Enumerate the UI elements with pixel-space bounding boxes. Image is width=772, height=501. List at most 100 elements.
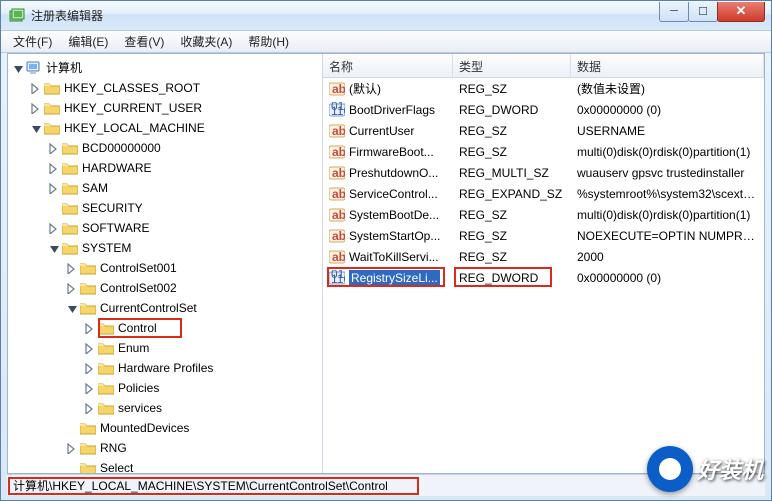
expand-icon[interactable] (30, 102, 42, 114)
tree-label: CurrentControlSet (100, 298, 197, 318)
tree-hklm[interactable]: HKEY_LOCAL_MACHINE BCD00000000 HARDWARE … (30, 118, 322, 473)
close-button[interactable]: ✕ (717, 2, 765, 22)
tree-pane[interactable]: 计算机 HKEY_CLASSES_ROOT HKEY_CURRENT_USER … (8, 54, 323, 473)
expand-icon[interactable] (48, 182, 60, 194)
tree-label: RNG (100, 438, 127, 458)
tree-label: HARDWARE (82, 158, 152, 178)
value-data: 2000 (571, 250, 764, 264)
value-type: REG_EXPAND_SZ (453, 187, 571, 201)
app-icon (9, 8, 25, 24)
tree-control[interactable]: Control (84, 318, 322, 338)
string-value-icon (329, 207, 345, 223)
tree-label: ControlSet002 (100, 278, 177, 298)
list-row[interactable]: ServiceControl...REG_EXPAND_SZ%systemroo… (323, 183, 764, 204)
tree-system[interactable]: SYSTEM ControlSet001 ControlSet002 Curre… (48, 238, 322, 473)
folder-icon (62, 201, 78, 215)
expand-icon[interactable] (84, 322, 96, 334)
menu-help[interactable]: 帮助(H) (240, 31, 297, 52)
value-type: REG_DWORD (453, 103, 571, 117)
menu-file[interactable]: 文件(F) (5, 31, 60, 52)
tree-security[interactable]: SECURITY (48, 198, 322, 218)
list-row[interactable]: PreshutdownO...REG_MULTI_SZwuauserv gpsv… (323, 162, 764, 183)
list-row[interactable]: CurrentUserREG_SZUSERNAME (323, 120, 764, 141)
value-type: REG_SZ (453, 208, 571, 222)
tree-services[interactable]: services (84, 398, 322, 418)
menu-edit[interactable]: 编辑(E) (60, 31, 116, 52)
string-value-icon (329, 186, 345, 202)
tree-label: SYSTEM (82, 238, 131, 258)
tree-bcd[interactable]: BCD00000000 (48, 138, 322, 158)
value-data: multi(0)disk(0)rdisk(0)partition(1) (571, 208, 764, 222)
tree-cs002[interactable]: ControlSet002 (66, 278, 322, 298)
menu-view[interactable]: 查看(V) (116, 31, 172, 52)
expand-icon[interactable] (48, 222, 60, 234)
column-type[interactable]: 类型 (453, 54, 571, 77)
column-data[interactable]: 数据 (571, 54, 764, 77)
list-row[interactable]: SystemStartOp... REG_SZ NOEXECUTE=OPTIN N… (323, 225, 764, 246)
expand-icon[interactable] (48, 142, 60, 154)
titlebar: 注册表编辑器 ─ ☐ ✕ (1, 1, 771, 31)
value-type: REG_SZ (453, 250, 571, 264)
folder-icon (80, 261, 96, 275)
expand-icon[interactable] (84, 342, 96, 354)
list-row[interactable]: (默认)REG_SZ(数值未设置) (323, 78, 764, 99)
value-data: (数值未设置) (571, 80, 764, 97)
minimize-button[interactable]: ─ (659, 2, 689, 22)
tree-hkcr[interactable]: HKEY_CLASSES_ROOT (30, 78, 322, 98)
tree-rng[interactable]: RNG (66, 438, 322, 458)
list-row[interactable]: SystemBootDe...REG_SZmulti(0)disk(0)rdis… (323, 204, 764, 225)
expand-icon[interactable] (66, 282, 78, 294)
tree-enum[interactable]: Enum (84, 338, 322, 358)
folder-icon (98, 361, 114, 375)
folder-icon (98, 401, 114, 415)
tree-select[interactable]: Select (66, 458, 322, 473)
folder-icon (98, 381, 114, 395)
tree-label: Policies (118, 378, 159, 398)
tree-sam[interactable]: SAM (48, 178, 322, 198)
folder-icon (80, 281, 96, 295)
tree-software[interactable]: SOFTWARE (48, 218, 322, 238)
computer-icon (26, 60, 42, 76)
tree-ccs[interactable]: CurrentControlSet Control Enum Hardware … (66, 298, 322, 418)
tree-mounted[interactable]: MountedDevices (66, 418, 322, 438)
tree-cs001[interactable]: ControlSet001 (66, 258, 322, 278)
list-row[interactable]: WaitToKillServi...REG_SZ2000 (323, 246, 764, 267)
value-data: 0x00000000 (0) (571, 103, 764, 117)
collapse-icon[interactable] (66, 302, 78, 314)
client-area: 计算机 HKEY_CLASSES_ROOT HKEY_CURRENT_USER … (7, 53, 765, 474)
list-pane[interactable]: 名称 类型 数据 (默认)REG_SZ(数值未设置)BootDriverFlag… (323, 54, 764, 473)
tree-hardware[interactable]: HARDWARE (48, 158, 322, 178)
maximize-button[interactable]: ☐ (688, 2, 718, 22)
folder-icon (98, 341, 114, 355)
value-name: BootDriverFlags (349, 103, 435, 117)
expand-icon[interactable] (84, 362, 96, 374)
expand-icon[interactable] (84, 382, 96, 394)
tree-policies[interactable]: Policies (84, 378, 322, 398)
expand-icon[interactable] (30, 82, 42, 94)
tree-hkcu[interactable]: HKEY_CURRENT_USER (30, 98, 322, 118)
list-body: (默认)REG_SZ(数值未设置) BootDriverFlags REG_DWOR… (323, 78, 764, 288)
collapse-icon[interactable] (30, 122, 42, 134)
list-row[interactable]: FirmwareBoot...REG_SZmulti(0)disk(0)rdis… (323, 141, 764, 162)
value-type: REG_SZ (453, 229, 571, 243)
list-row[interactable]: RegistrySizeLi...REG_DWORD0x00000000 (0) (323, 267, 764, 288)
value-data: NOEXECUTE=OPTIN NUMPROC (571, 229, 764, 243)
tree-label: SOFTWARE (82, 218, 150, 238)
expand-icon[interactable] (66, 262, 78, 274)
expand-icon[interactable] (12, 62, 24, 74)
list-row[interactable]: BootDriverFlags REG_DWORD0x00000000 (0) (323, 99, 764, 120)
expand-icon[interactable] (66, 442, 78, 454)
column-name[interactable]: 名称 (323, 54, 453, 77)
tree-root[interactable]: 计算机 HKEY_CLASSES_ROOT HKEY_CURRENT_USER … (12, 58, 322, 473)
folder-icon (80, 461, 96, 473)
tree-label: ControlSet001 (100, 258, 177, 278)
collapse-icon[interactable] (48, 242, 60, 254)
menu-favorites[interactable]: 收藏夹(A) (172, 31, 240, 52)
expand-icon[interactable] (48, 162, 60, 174)
value-name: SystemStartOp... (349, 229, 440, 243)
value-name: FirmwareBoot... (349, 145, 434, 159)
folder-icon (44, 101, 60, 115)
value-data: wuauserv gpsvc trustedinstaller (571, 166, 764, 180)
tree-hwprof[interactable]: Hardware Profiles (84, 358, 322, 378)
expand-icon[interactable] (84, 402, 96, 414)
